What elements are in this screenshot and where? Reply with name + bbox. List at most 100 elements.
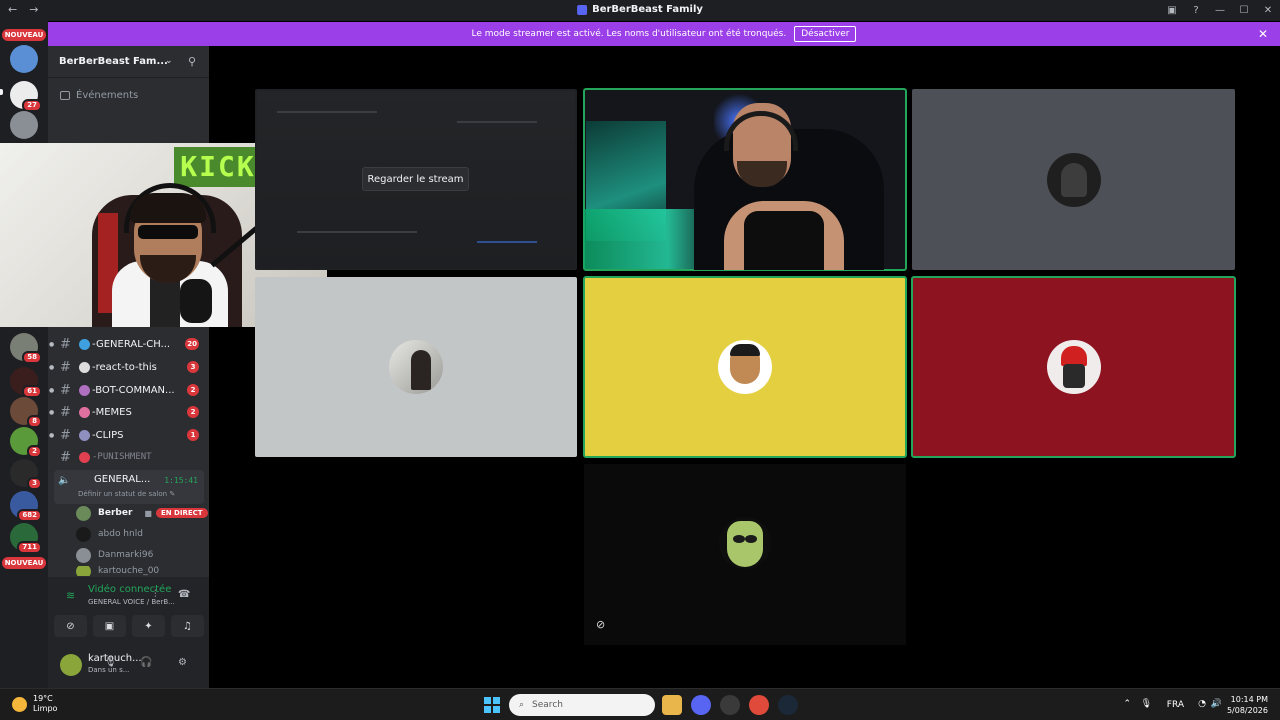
server-icon[interactable]	[10, 111, 38, 139]
camera-icon: ■	[144, 508, 152, 518]
voice-user[interactable]: abdo hnld	[76, 524, 143, 544]
voice-tools: ⊘ ▣ ✦ ♫	[54, 615, 204, 637]
avatar	[1046, 152, 1101, 207]
soundboard-icon[interactable]: ♫	[171, 615, 204, 637]
channel-name: -MEMES	[92, 406, 132, 418]
avatar	[76, 566, 91, 576]
voice-user[interactable]: kartouche_00	[76, 566, 159, 576]
taskbar-search[interactable]: ⌕ Search	[509, 694, 655, 716]
server-icon[interactable]: 27	[10, 81, 42, 112]
avatar[interactable]	[60, 654, 82, 676]
speaker-icon: 🔈	[58, 475, 71, 486]
disable-streamer-mode-button[interactable]: Désactiver	[794, 26, 857, 42]
discord-app-icon[interactable]	[691, 695, 711, 715]
headphones-icon[interactable]: 🎧	[140, 657, 152, 668]
taskbar-clock[interactable]: 10:14 PM 5/08/2026	[1227, 694, 1268, 716]
watch-stream-button[interactable]: Regarder le stream	[362, 167, 469, 191]
channel-item[interactable]: ● # -GENERAL-CH... 20	[48, 333, 209, 355]
close-window-button[interactable]: ✕	[1256, 5, 1280, 16]
channel-item[interactable]: # -PUNISHMENT	[48, 446, 209, 468]
screen-share-icon[interactable]: ▣	[93, 615, 126, 637]
chrome-icon[interactable]	[749, 695, 769, 715]
server-icon[interactable]: 682	[10, 491, 42, 522]
help-icon[interactable]: ?	[1184, 5, 1208, 16]
channel-emoji-icon	[79, 338, 90, 350]
voice-connection-panel: ≋ Vidéo connectée GENERAL VOICE / BerB..…	[48, 577, 209, 643]
mention-count: 58	[22, 351, 42, 364]
channel-item[interactable]: ● # -CLIPS 1	[48, 424, 209, 446]
camera-off-icon[interactable]: ⊘	[54, 615, 87, 637]
chevron-down-icon[interactable]: ⌄	[165, 56, 173, 66]
clock-time: 10:14 PM	[1230, 695, 1268, 704]
maximize-button[interactable]: ☐	[1232, 5, 1256, 16]
weather-text: 19°C Limpo	[33, 694, 57, 714]
voice-user[interactable]: Danmarki96	[76, 545, 153, 565]
server-icon[interactable]: 61	[10, 367, 42, 398]
voice-user[interactable]: Berber ■ EN DIRECT	[76, 503, 208, 523]
new-badge: NOUVEAU	[2, 557, 46, 569]
microphone	[180, 279, 212, 323]
alien-avatar	[719, 516, 771, 569]
server-icon[interactable]: 711	[10, 523, 42, 554]
live-badge: EN DIRECT	[155, 508, 208, 518]
invite-user-icon[interactable]: ⚲	[188, 55, 196, 68]
participant-tile[interactable]	[255, 277, 577, 457]
channel-item[interactable]: ● # -BOT-COMMAN... 2	[48, 379, 209, 401]
app-icon[interactable]	[720, 695, 740, 715]
settings-gear-icon[interactable]: ⚙	[178, 657, 187, 668]
channel-item[interactable]: ● # -MEMES 2	[48, 401, 209, 423]
hash-icon: #	[60, 359, 71, 375]
inbox-icon[interactable]: ▣	[1160, 5, 1184, 16]
voice-user-name: Berber	[98, 508, 133, 518]
channel-emoji-icon	[79, 361, 90, 373]
avatar	[718, 340, 772, 394]
volume-icon[interactable]: 🔊	[1211, 699, 1222, 709]
channel-mention-badge: 3	[187, 361, 199, 373]
mention-count: 61	[22, 385, 42, 398]
server-name: BerBerBeast Fam...	[59, 56, 168, 67]
events-link[interactable]: Événements	[60, 90, 138, 101]
voice-user-name: kartouche_00	[98, 566, 160, 576]
server-icon[interactable]: 58	[10, 333, 42, 364]
window-titlebar: ← → BerBerBeast Family ▣ ? — ☐ ✕	[0, 0, 1280, 21]
start-windows-icon[interactable]	[484, 697, 500, 713]
participant-tile[interactable]	[583, 276, 907, 458]
window-title: BerBerBeast Family	[577, 4, 703, 15]
file-explorer-icon[interactable]	[662, 695, 682, 715]
connection-subtitle[interactable]: GENERAL VOICE / BerB...	[88, 598, 175, 606]
minimize-button[interactable]: —	[1208, 5, 1232, 16]
weather-widget[interactable]: 19°C Limpo	[12, 694, 57, 714]
back-arrow-icon[interactable]: ←	[8, 3, 17, 16]
hash-icon: #	[60, 404, 71, 420]
set-channel-status-link[interactable]: Définir un statut de salon ✎	[78, 490, 175, 498]
channel-mention-badge: 2	[187, 384, 199, 396]
banner-close-icon[interactable]: ✕	[1258, 27, 1268, 41]
signal-icon[interactable]: ≋	[66, 589, 75, 602]
steam-icon[interactable]	[778, 695, 798, 715]
microphone-icon[interactable]: 🎙	[104, 657, 117, 668]
server-icon[interactable]: 8	[10, 397, 42, 428]
channel-item[interactable]: ● # -react-to-this 3	[48, 356, 209, 378]
participant-tile[interactable]	[911, 276, 1236, 458]
participant-tile[interactable]: ⊘	[584, 464, 906, 645]
windows-taskbar: 19°C Limpo ⌕ Search ⌃ 🎙 FRA ◔ 🔊 10:14 PM…	[0, 688, 1280, 720]
server-header[interactable]: BerBerBeast Fam... ⌄ ⚲	[48, 46, 209, 78]
participant-tile[interactable]	[912, 89, 1235, 270]
channel-name: -react-to-this	[92, 361, 157, 373]
moon-icon	[12, 696, 27, 712]
mention-count: 711	[17, 541, 42, 554]
events-label: Événements	[76, 90, 139, 101]
tray-mic-icon[interactable]: 🎙	[1141, 699, 1152, 709]
keyboard-language[interactable]: FRA	[1167, 700, 1184, 710]
disconnect-icon[interactable]: ☎	[178, 589, 190, 600]
tray-chevron-up-icon[interactable]: ⌃	[1123, 699, 1131, 709]
noise-suppression-icon[interactable]: ⫶	[154, 589, 157, 600]
server-icon[interactable]	[10, 45, 38, 73]
voice-channel-item[interactable]: 🔈 GENERAL... 1:15:41 Définir un statut d…	[54, 470, 204, 504]
server-icon[interactable]: 3	[10, 459, 42, 490]
forward-arrow-icon[interactable]: →	[29, 3, 38, 16]
server-icon[interactable]: 2	[10, 427, 42, 458]
activities-icon[interactable]: ✦	[132, 615, 165, 637]
wifi-icon[interactable]: ◔	[1198, 699, 1206, 709]
video-tile-camera[interactable]	[583, 88, 907, 271]
